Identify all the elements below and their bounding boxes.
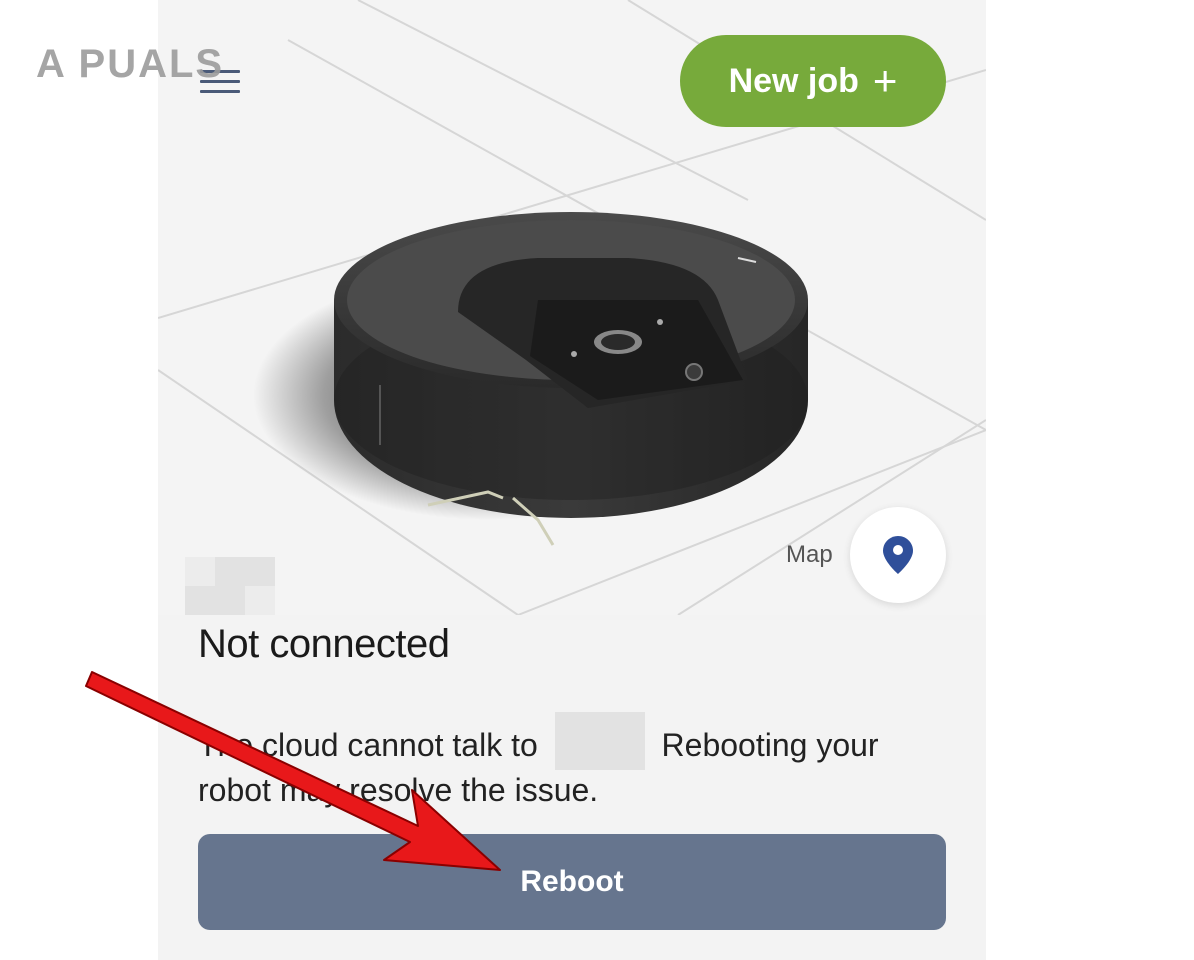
redacted-robot-name-inline xyxy=(554,712,645,770)
reboot-button-label: Reboot xyxy=(520,865,624,898)
reboot-button[interactable]: Reboot xyxy=(198,834,946,930)
plus-icon: + xyxy=(872,57,898,104)
new-job-button[interactable]: New job + xyxy=(680,35,946,127)
map-button[interactable] xyxy=(850,507,946,603)
connection-status-message: The cloud cannot talk to Rebooting your … xyxy=(198,712,918,811)
map-label: Map xyxy=(786,541,833,568)
redacted-robot-name xyxy=(185,557,275,615)
new-job-label: New job xyxy=(728,61,859,100)
app-screen: New job + Map Not connected The cloud ca… xyxy=(158,0,986,960)
status-message-part1: The cloud cannot talk to xyxy=(198,727,538,763)
watermark-logo: A PUALS xyxy=(36,42,225,86)
connection-status-title: Not connected xyxy=(198,622,450,666)
location-pin-icon xyxy=(883,536,913,574)
